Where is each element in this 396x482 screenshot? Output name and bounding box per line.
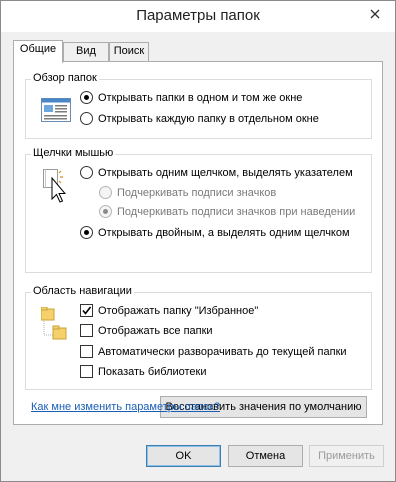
title-bar: Параметры папок xyxy=(1,1,395,32)
radio-underline-hover[interactable]: Подчеркивать подписи значков при наведен… xyxy=(99,205,355,218)
mouse-clicks-label: Щелчки мышью xyxy=(31,147,116,159)
radio-same-window-input[interactable] xyxy=(80,91,93,104)
cancel-label: Отмена xyxy=(245,450,286,462)
tab-general-label: Общие xyxy=(19,43,57,55)
dialog-body: Общие Вид Поиск Обзор папок Открывать па… xyxy=(1,32,395,481)
browse-folders-label: Обзор папок xyxy=(31,72,99,84)
apply-button[interactable]: Применить xyxy=(309,445,384,467)
tab-view-label: Вид xyxy=(76,45,96,57)
checkbox-auto-expand[interactable]: Автоматически разворачивать до текущей п… xyxy=(80,345,347,358)
checkbox-show-favorites-label: Отображать папку "Избранное" xyxy=(98,304,259,317)
radio-separate-window[interactable]: Открывать каждую папку в отдельном окне xyxy=(80,112,319,125)
tab-view[interactable]: Вид xyxy=(63,42,109,61)
mouse-clicks-group: Щелчки мышью Открывать одним щелчком, вы… xyxy=(25,147,372,273)
close-icon xyxy=(370,9,380,19)
ok-label: OK xyxy=(175,450,192,462)
checkbox-show-favorites[interactable]: Отображать папку "Избранное" xyxy=(80,304,258,317)
checkbox-show-all-folders[interactable]: Отображать все папки xyxy=(80,324,213,337)
checkbox-auto-expand-input[interactable] xyxy=(80,345,93,358)
window-icon xyxy=(41,97,71,126)
radio-double-click-input[interactable] xyxy=(80,226,93,239)
close-button[interactable] xyxy=(364,4,386,24)
radio-same-window[interactable]: Открывать папки в одном и том же окне xyxy=(80,91,302,104)
tab-search[interactable]: Поиск xyxy=(109,42,149,61)
radio-underline-always-input[interactable] xyxy=(99,186,112,199)
radio-underline-always-label: Подчеркивать подписи значков xyxy=(117,186,277,199)
radio-double-click-label: Открывать двойным, а выделять одним щелч… xyxy=(98,226,350,239)
radio-underline-always[interactable]: Подчеркивать подписи значков xyxy=(99,186,276,199)
tab-general[interactable]: Общие xyxy=(13,40,63,63)
help-link[interactable]: Как мне изменить параметры папок? xyxy=(31,401,220,413)
checkmark-icon xyxy=(82,306,92,315)
checkbox-show-libraries-input[interactable] xyxy=(80,365,93,378)
navigation-pane-label: Область навигации xyxy=(31,285,134,297)
browse-folders-group: Обзор папок Открывать папки в одном и то… xyxy=(25,72,372,139)
radio-single-click-label: Открывать одним щелчком, выделять указат… xyxy=(98,166,353,179)
checkbox-show-favorites-input[interactable] xyxy=(80,304,93,317)
checkbox-show-libraries[interactable]: Показать библиотеки xyxy=(80,365,207,378)
cursor-click-icon xyxy=(43,169,69,206)
checkbox-show-all-folders-label: Отображать все папки xyxy=(98,324,213,337)
window-title: Параметры папок xyxy=(136,7,260,24)
radio-separate-window-label: Открывать каждую папку в отдельном окне xyxy=(98,112,319,125)
tab-panel-general: Обзор папок Открывать папки в одном и то… xyxy=(13,61,383,425)
radio-double-click[interactable]: Открывать двойным, а выделять одним щелч… xyxy=(80,226,350,239)
tab-search-label: Поиск xyxy=(113,45,145,57)
radio-separate-window-input[interactable] xyxy=(80,112,93,125)
folder-tree-icon xyxy=(40,306,69,348)
radio-underline-hover-input[interactable] xyxy=(99,205,112,218)
cancel-button[interactable]: Отмена xyxy=(228,445,303,467)
radio-single-click[interactable]: Открывать одним щелчком, выделять указат… xyxy=(80,166,353,179)
apply-label: Применить xyxy=(318,450,375,462)
radio-single-click-input[interactable] xyxy=(80,166,93,179)
checkbox-show-libraries-label: Показать библиотеки xyxy=(98,365,207,378)
navigation-pane-group: Область навигации Отображать папку "Избр… xyxy=(25,285,372,390)
radio-same-window-label: Открывать папки в одном и том же окне xyxy=(98,91,303,104)
ok-button[interactable]: OK xyxy=(146,445,221,467)
folder-options-dialog: Параметры папок Общие Вид Поиск Обзор па… xyxy=(0,0,396,482)
checkbox-show-all-folders-input[interactable] xyxy=(80,324,93,337)
checkbox-auto-expand-label: Автоматически разворачивать до текущей п… xyxy=(98,345,347,358)
radio-underline-hover-label: Подчеркивать подписи значков при наведен… xyxy=(117,205,356,218)
